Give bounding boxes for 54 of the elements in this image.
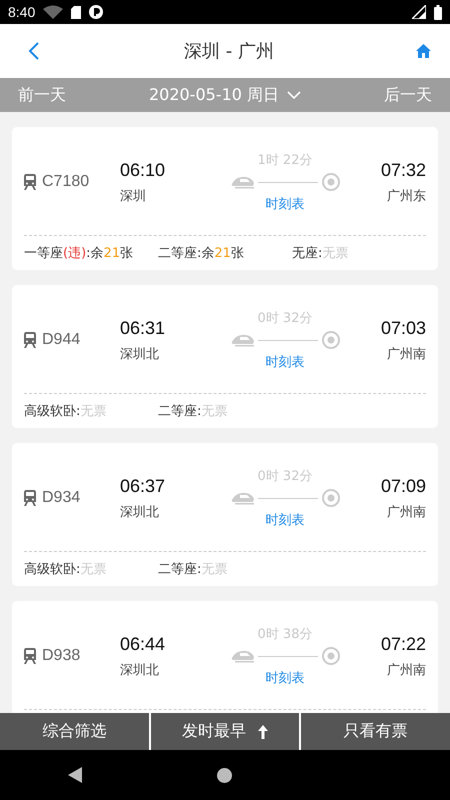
arrival-station: 广州南 (387, 504, 426, 520)
timetable-link[interactable]: 时刻表 (266, 353, 304, 371)
arrival-time: 07:03 (380, 318, 426, 338)
sim-card-icon (71, 6, 82, 18)
high-speed-train-icon (230, 333, 254, 347)
timetable-link[interactable]: 时刻表 (266, 669, 304, 687)
arrival-station: 广州南 (387, 346, 426, 362)
arrival-station: 广州南 (387, 662, 426, 678)
home-icon (416, 44, 432, 58)
back-nav-icon[interactable] (68, 767, 82, 783)
train-number: D944 (42, 331, 80, 349)
status-time: 8:40 (8, 4, 36, 20)
wifi-icon (43, 5, 64, 19)
departure-time: 06:37 (120, 476, 166, 496)
timetable-link[interactable]: 时刻表 (266, 195, 304, 213)
battery-icon (434, 4, 442, 20)
high-speed-train-icon (230, 649, 254, 663)
arrival-time: 07:22 (380, 634, 426, 654)
destination-icon (322, 489, 340, 507)
high-speed-train-icon (230, 175, 254, 189)
seat-availability: 二等座:余21张 (158, 245, 245, 262)
high-speed-train-icon (230, 491, 254, 505)
departure-time: 06:44 (120, 634, 166, 654)
signal-icon (412, 5, 426, 19)
departure-station: 深圳北 (120, 504, 160, 520)
train-number: D938 (42, 647, 80, 665)
train-icon (24, 332, 36, 348)
seat-availability: 一等座(违):余21张 (24, 245, 134, 262)
arrival-station: 广州东 (387, 188, 426, 204)
app-notification-icon (89, 5, 104, 19)
destination-icon (322, 173, 340, 191)
sort-filter-button[interactable]: 只看有票 (301, 713, 450, 750)
train-number: C7180 (42, 173, 90, 191)
home-nav-icon[interactable] (216, 768, 232, 782)
departure-station: 深圳北 (120, 662, 160, 678)
departure-station: 深圳 (120, 188, 147, 204)
arrow-up-icon (258, 724, 268, 738)
sort-filter-button[interactable]: 综合筛选 (0, 713, 149, 750)
departure-time: 06:31 (120, 318, 166, 338)
back-icon (28, 42, 40, 60)
train-icon (24, 648, 36, 664)
sort-filter-button[interactable]: 发时最早 (150, 713, 300, 750)
page-title: 深圳 - 广州 (184, 40, 274, 63)
train-icon (24, 174, 36, 190)
train-icon (24, 490, 36, 506)
departure-time: 06:10 (120, 160, 166, 180)
timetable-link[interactable]: 时刻表 (266, 511, 304, 529)
destination-icon (322, 647, 340, 665)
train-number: D934 (42, 489, 80, 507)
chevron-down-icon (287, 91, 302, 99)
arrival-time: 07:32 (380, 160, 426, 180)
destination-icon (322, 331, 340, 349)
departure-station: 深圳北 (120, 346, 160, 362)
arrival-time: 07:09 (380, 476, 426, 496)
